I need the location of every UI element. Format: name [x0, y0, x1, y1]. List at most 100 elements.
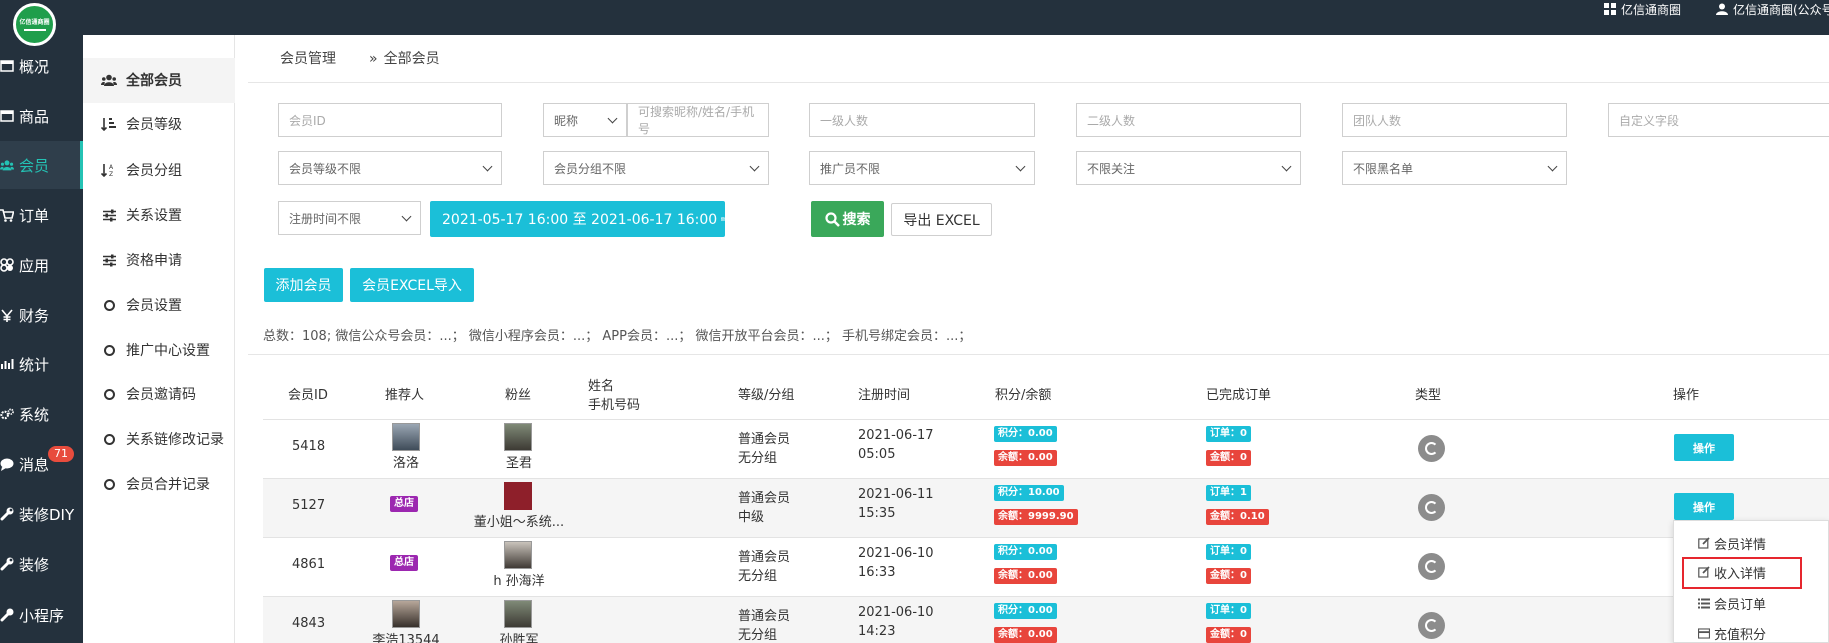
- custom-field-input[interactable]: 自定义字段: [1608, 103, 1829, 137]
- referrer-name[interactable]: 李浩13544: [356, 629, 456, 643]
- dropdown-item-3[interactable]: 充值积分: [1698, 622, 1766, 643]
- breadcrumb-parent[interactable]: 会员管理: [280, 51, 336, 67]
- users-icon: [101, 73, 117, 87]
- nav-item-9[interactable]: 装修DIY: [0, 490, 83, 538]
- search-icon: [824, 211, 840, 227]
- operation-button[interactable]: 操作: [1674, 434, 1734, 461]
- gears-icon: [0, 407, 14, 421]
- promoter-select[interactable]: 推广员不限: [809, 151, 1035, 185]
- order-count-tag: 订单：0: [1206, 603, 1251, 619]
- subnav-item-1[interactable]: 会员等级: [83, 102, 235, 147]
- shop-link-label: 亿信通商圈: [1621, 2, 1682, 17]
- dropdown-item-label: 充值积分: [1714, 627, 1767, 643]
- register-date: 2021-06-11: [858, 487, 934, 502]
- fan-avatar[interactable]: [504, 600, 532, 628]
- wechat-type-icon: [1418, 612, 1445, 639]
- account-link[interactable]: 亿信通商圈(公众号: [1716, 0, 1829, 18]
- fan-avatar[interactable]: [504, 482, 532, 510]
- nav-item-label: 会员: [19, 156, 50, 175]
- member-id: 5127: [292, 498, 326, 513]
- mini-program-icon: [0, 608, 14, 622]
- member-group-select[interactable]: 会员分组不限: [543, 151, 769, 185]
- circle-icon: [101, 477, 117, 491]
- nav-item-label: 消息: [19, 455, 50, 474]
- nav-item-7[interactable]: 系统: [0, 390, 83, 438]
- nav-item-8[interactable]: 消息 71: [0, 440, 83, 488]
- register-time-select[interactable]: 注册时间不限: [278, 201, 421, 235]
- nav-item-6[interactable]: 统计: [0, 340, 83, 388]
- th-referrer: 推荐人: [385, 388, 425, 403]
- referrer-name[interactable]: 洛洛: [356, 452, 456, 471]
- wrench-icon: [0, 557, 14, 571]
- list-icon: [1698, 597, 1710, 609]
- operation-button[interactable]: 操作: [1674, 493, 1734, 520]
- th-phone: 手机号码: [588, 398, 641, 413]
- nav-item-2[interactable]: 会员: [0, 141, 83, 189]
- shop-link[interactable]: 亿信通商圈: [1604, 0, 1681, 18]
- brand-logo[interactable]: 亿信通商圈: [13, 3, 56, 46]
- nickname-input[interactable]: 可搜索昵称/姓名/手机号: [627, 103, 769, 137]
- fan-name[interactable]: 孙胜军: [449, 629, 589, 643]
- subnav-item-label: 会员等级: [126, 117, 182, 133]
- nav-item-10[interactable]: 装修: [0, 540, 83, 588]
- import-excel-button[interactable]: 会员EXCEL导入: [350, 268, 474, 302]
- subnav-item-4[interactable]: 资格申请: [83, 238, 235, 283]
- nav-item-label: 装修DIY: [19, 505, 75, 524]
- th-member-id: 会员ID: [288, 388, 328, 403]
- fan-avatar[interactable]: [504, 423, 532, 451]
- add-member-button[interactable]: 添加会员: [264, 268, 343, 302]
- th-orders: 已完成订单: [1206, 388, 1272, 403]
- nav-item-5[interactable]: 财务: [0, 291, 83, 339]
- level2-count-input[interactable]: 二级人数: [1076, 103, 1301, 137]
- subnav-item-0[interactable]: 全部会员: [83, 57, 235, 103]
- register-time: 14:23: [858, 624, 896, 639]
- subnav-item-7[interactable]: 会员邀请码: [83, 372, 235, 417]
- sliders-icon: [101, 253, 117, 267]
- referrer-avatar[interactable]: [392, 423, 420, 451]
- nav-item-3[interactable]: 订单: [0, 191, 83, 239]
- subnav-item-3[interactable]: 关系设置: [83, 193, 235, 238]
- follow-select[interactable]: 不限关注: [1076, 151, 1301, 185]
- wrench-icon: [0, 507, 14, 521]
- fan-name[interactable]: 圣君: [449, 452, 589, 471]
- date-range-picker[interactable]: 2021-05-17 16:00 至 2021-06-17 16:00: [430, 201, 725, 237]
- nav-item-label: 装修: [19, 555, 50, 574]
- referrer-avatar[interactable]: [392, 600, 420, 628]
- dropdown-item-0[interactable]: 会员详情: [1698, 532, 1766, 554]
- member-summary: 总数：108; 微信公众号会员：...； 微信小程序会员：...； APP会员：…: [263, 329, 972, 344]
- chevron-down-icon: [401, 211, 412, 221]
- level1-count-input[interactable]: 一级人数: [809, 103, 1035, 137]
- fan-avatar[interactable]: [504, 541, 532, 569]
- divider: [248, 82, 1829, 83]
- search-button[interactable]: 搜索: [811, 201, 884, 237]
- member-level: 普通会员: [738, 609, 791, 624]
- store-badge: 总店: [390, 496, 418, 512]
- edit-icon: [1698, 537, 1710, 549]
- nav-item-11[interactable]: 小程序: [0, 591, 83, 639]
- nav-item-1[interactable]: 商品: [0, 92, 83, 140]
- nav-item-0[interactable]: 概况: [0, 42, 83, 90]
- export-excel-button[interactable]: 导出 EXCEL: [891, 203, 992, 236]
- th-register-time: 注册时间: [858, 388, 911, 403]
- dropdown-item-2[interactable]: 会员订单: [1698, 592, 1766, 614]
- subnav-item-9[interactable]: 会员合并记录: [83, 462, 235, 507]
- th-type: 类型: [1415, 388, 1442, 403]
- subnav-item-5[interactable]: 会员设置: [83, 283, 235, 328]
- wechat-type-icon: [1418, 435, 1445, 462]
- circle-icon: [101, 387, 117, 401]
- search-field-select[interactable]: 昵称: [543, 103, 627, 137]
- fan-name[interactable]: 董小姐～系统...: [449, 511, 589, 530]
- import-excel-label: 会员EXCEL导入: [362, 278, 462, 294]
- search-field-value: 昵称: [554, 113, 579, 128]
- blacklist-select[interactable]: 不限黑名单: [1342, 151, 1567, 185]
- follow-value: 不限关注: [1087, 161, 1136, 176]
- nav-item-4[interactable]: 应用: [0, 241, 83, 289]
- highlight-box: [1682, 557, 1802, 589]
- subnav-item-2[interactable]: A Z 会员分组: [83, 148, 235, 193]
- member-id-input[interactable]: 会员ID: [278, 103, 502, 137]
- subnav-item-8[interactable]: 关系链修改记录: [83, 417, 235, 462]
- subnav-item-6[interactable]: 推广中心设置: [83, 328, 235, 373]
- member-level-select[interactable]: 会员等级不限: [278, 151, 502, 185]
- fan-name[interactable]: h 孙海洋: [449, 570, 589, 589]
- team-count-input[interactable]: 团队人数: [1342, 103, 1567, 137]
